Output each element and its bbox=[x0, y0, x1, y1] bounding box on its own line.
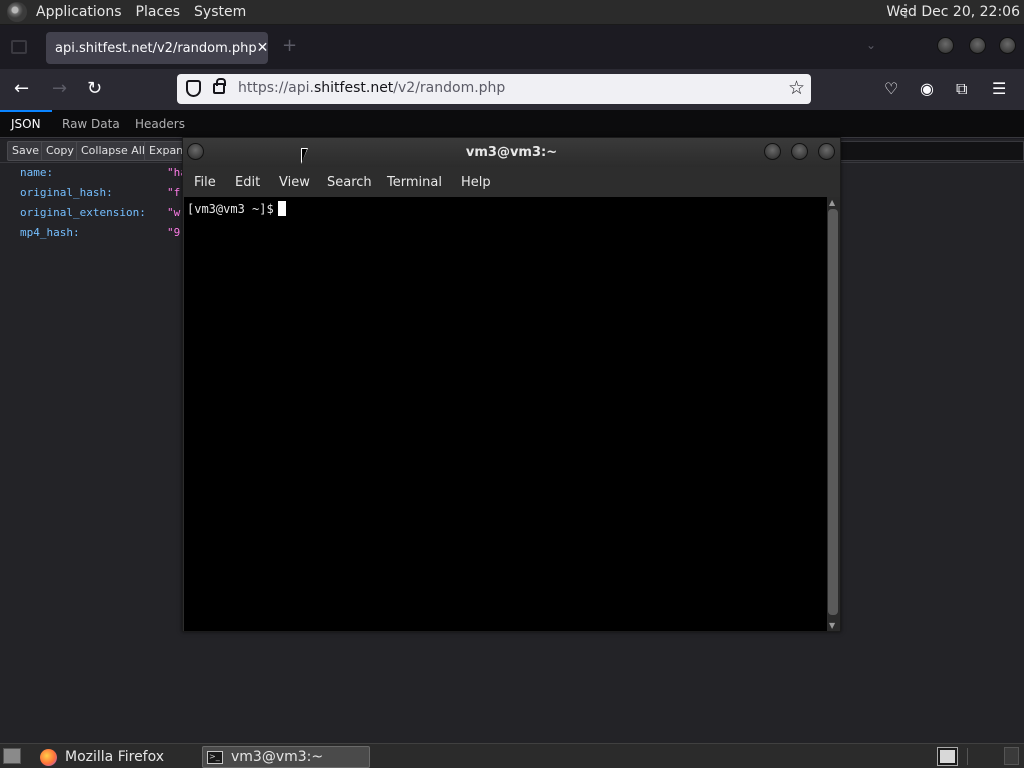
menu-terminal[interactable]: Terminal bbox=[387, 175, 442, 190]
menu-view[interactable]: View bbox=[279, 175, 310, 190]
workspace-2-switcher[interactable] bbox=[967, 748, 986, 765]
terminal-screen[interactable]: [vm3@vm3 ~]$ bbox=[184, 197, 827, 631]
terminal-minimize-button[interactable] bbox=[764, 143, 781, 160]
extensions-icon[interactable]: ⧉ bbox=[956, 79, 967, 99]
trash-icon[interactable] bbox=[1004, 747, 1019, 765]
scroll-down-arrow-icon[interactable]: ▼ bbox=[829, 621, 835, 630]
menu-system[interactable]: System bbox=[194, 4, 246, 20]
filter-json-input[interactable] bbox=[840, 141, 1024, 161]
selected-tab-indicator bbox=[0, 110, 52, 112]
tab-json[interactable]: JSON bbox=[11, 117, 41, 131]
url-bar[interactable]: https://api.shitfest.net/v2/random.php ☆ bbox=[177, 74, 811, 104]
url-text[interactable]: https://api.shitfest.net/v2/random.php bbox=[238, 80, 505, 96]
json-row[interactable]: original_extension: "w bbox=[20, 206, 180, 226]
save-button[interactable]: Save bbox=[7, 141, 45, 161]
taskbar-item-firefox[interactable]: Mozilla Firefox bbox=[36, 746, 198, 768]
bookmark-star-icon[interactable]: ☆ bbox=[788, 77, 805, 99]
json-key: name: bbox=[20, 166, 54, 179]
workspace-1-switcher[interactable] bbox=[937, 747, 958, 766]
terminal-maximize-button[interactable] bbox=[791, 143, 808, 160]
tab-title: api.shitfest.net/v2/random.php bbox=[55, 40, 257, 56]
browser-tab[interactable]: api.shitfest.net/v2/random.php ✕ bbox=[46, 32, 268, 64]
firefox-icon bbox=[40, 748, 57, 766]
json-viewer-tabs: JSON Raw Data Headers bbox=[0, 110, 1024, 138]
terminal-window[interactable]: vm3@vm3:~ File Edit View Search Terminal… bbox=[182, 137, 841, 632]
terminal-scrollbar[interactable]: ▲ ▼ bbox=[827, 197, 840, 631]
json-value: "w bbox=[167, 206, 181, 219]
terminal-menubar: File Edit View Search Terminal Help bbox=[183, 167, 840, 197]
collapse-all-button[interactable]: Collapse All bbox=[76, 141, 150, 161]
json-row[interactable]: name: "ha bbox=[20, 166, 187, 186]
panel-clock[interactable]: Wed Dec 20, 22:06 bbox=[886, 4, 1020, 20]
minimize-window-button[interactable] bbox=[937, 37, 954, 54]
text-cursor bbox=[277, 201, 286, 216]
browser-tab-strip: api.shitfest.net/v2/random.php ✕ + ⌄ bbox=[0, 25, 1024, 69]
menu-help[interactable]: Help bbox=[461, 175, 491, 190]
json-value: "f bbox=[167, 186, 181, 199]
maximize-window-button[interactable] bbox=[969, 37, 986, 54]
terminal-titlebar[interactable]: vm3@vm3:~ bbox=[183, 138, 840, 167]
taskbar-item-terminal[interactable]: >_ vm3@vm3:~ bbox=[202, 746, 370, 768]
tracking-protection-shield-icon[interactable] bbox=[186, 80, 201, 97]
top-panel: Applications Places System Wed Dec 20, 2… bbox=[0, 0, 1024, 25]
bottom-taskbar: Mozilla Firefox >_ vm3@vm3:~ bbox=[0, 743, 1024, 768]
reload-icon[interactable]: ↻ bbox=[87, 78, 102, 99]
new-tab-button[interactable]: + bbox=[282, 35, 297, 56]
lock-icon[interactable] bbox=[213, 78, 226, 94]
list-all-tabs-icon[interactable]: ⌄ bbox=[866, 38, 876, 52]
forward-arrow-icon[interactable]: → bbox=[52, 78, 67, 99]
back-arrow-icon[interactable]: ← bbox=[14, 78, 29, 99]
menu-search[interactable]: Search bbox=[327, 175, 372, 190]
copy-button[interactable]: Copy bbox=[41, 141, 79, 161]
tab-close-icon[interactable]: ✕ bbox=[257, 40, 269, 56]
json-value: "9 bbox=[167, 226, 181, 239]
menu-applications[interactable]: Applications bbox=[36, 4, 122, 20]
tab-raw-data[interactable]: Raw Data bbox=[62, 117, 120, 131]
menu-places[interactable]: Places bbox=[136, 4, 181, 20]
distro-logo-icon[interactable] bbox=[7, 2, 27, 22]
pocket-icon[interactable]: ♡ bbox=[884, 79, 898, 98]
taskbar-item-label: vm3@vm3:~ bbox=[231, 749, 324, 765]
firefox-view-icon[interactable] bbox=[11, 40, 27, 54]
mouse-pointer-icon bbox=[301, 148, 308, 164]
terminal-prompt: [vm3@vm3 ~]$ bbox=[187, 201, 286, 216]
browser-nav-bar: ← → ↻ https://api.shitfest.net/v2/random… bbox=[0, 69, 1024, 110]
json-row[interactable]: mp4_hash: "9 bbox=[20, 226, 180, 246]
json-key: original_extension: bbox=[20, 206, 146, 219]
terminal-icon: >_ bbox=[207, 750, 223, 764]
taskbar-item-label: Mozilla Firefox bbox=[65, 749, 165, 765]
menu-edit[interactable]: Edit bbox=[235, 175, 260, 190]
close-window-button[interactable] bbox=[999, 37, 1016, 54]
account-icon[interactable]: ◉ bbox=[920, 79, 934, 98]
menu-file[interactable]: File bbox=[194, 175, 216, 190]
scroll-up-arrow-icon[interactable]: ▲ bbox=[829, 198, 835, 207]
tab-headers[interactable]: Headers bbox=[135, 117, 185, 131]
json-key: mp4_hash: bbox=[20, 226, 80, 239]
show-desktop-icon[interactable] bbox=[3, 748, 21, 764]
json-key: original_hash: bbox=[20, 186, 113, 199]
terminal-close-button[interactable] bbox=[818, 143, 835, 160]
json-row[interactable]: original_hash: "f bbox=[20, 186, 180, 206]
terminal-title: vm3@vm3:~ bbox=[465, 145, 558, 160]
scrollbar-thumb[interactable] bbox=[828, 209, 838, 615]
hamburger-menu-icon[interactable]: ☰ bbox=[992, 79, 1006, 98]
